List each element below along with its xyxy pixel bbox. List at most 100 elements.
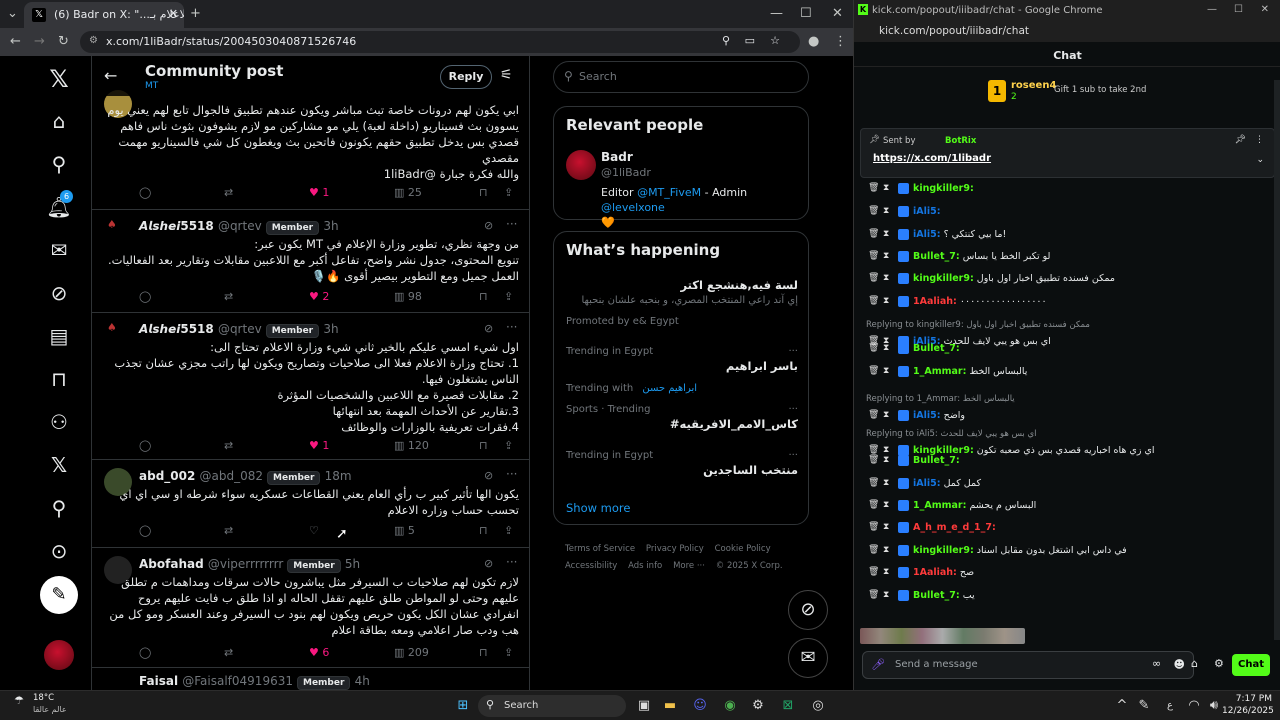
bio-link[interactable]: @levelxone xyxy=(601,201,665,214)
footer-link[interactable]: Terms of Service xyxy=(565,544,635,554)
profile-person-icon[interactable]: ⚲ xyxy=(46,495,72,521)
chat-username[interactable]: Bullet_7: xyxy=(913,455,960,466)
timeout-icon[interactable]: ⧗ xyxy=(883,410,894,421)
like-button[interactable]: ♥ 1 xyxy=(309,186,329,199)
author-line[interactable]: Abofahad @viperrrrrrrr Member 5h xyxy=(139,557,360,573)
more-options-icon[interactable]: ··· xyxy=(506,320,517,334)
unpin-icon[interactable]: 📌︎ xyxy=(1235,135,1246,145)
chat-username[interactable]: iAli5: xyxy=(913,229,941,240)
post-item[interactable]: ابي يكون لهم درونات خاصة تبث مباشر ويكون… xyxy=(92,90,529,210)
reply-icon[interactable]: ◯ xyxy=(139,186,151,199)
bookmark-icon[interactable]: ⊓ xyxy=(479,186,488,199)
chat-username[interactable]: Bullet_7: xyxy=(913,251,960,262)
timeout-icon[interactable]: ⧗ xyxy=(883,590,894,601)
more-options-icon[interactable]: ··· xyxy=(506,555,517,569)
taskbar-search[interactable]: ⚲ Search xyxy=(478,695,626,717)
mic-icon[interactable]: 🎤︎ xyxy=(871,658,885,671)
reply-context[interactable]: Replying to 1_Ammar: يالبساس الخط xyxy=(866,394,1015,404)
grok-icon[interactable]: ⊘ xyxy=(484,469,493,482)
windows-start-icon[interactable]: ⊞ xyxy=(453,696,473,716)
grok-floating-icon[interactable]: ⊘ xyxy=(788,590,828,630)
expand-chevron-icon[interactable]: ⌄ xyxy=(1256,155,1264,165)
back-icon[interactable]: ← xyxy=(10,35,21,49)
chat-username[interactable]: 1_Ammar: xyxy=(913,500,966,511)
chat-message[interactable]: 🗑︎ ⧗ kingkiller9: xyxy=(868,183,1276,203)
avatar[interactable]: ♠ xyxy=(107,321,129,343)
mod-icon[interactable]: 🗑︎ xyxy=(868,478,879,489)
timeout-icon[interactable]: ⧗ xyxy=(883,567,894,578)
bookmark-star-icon[interactable]: ☆ xyxy=(770,34,780,47)
share-icon[interactable]: ⇪ xyxy=(504,646,513,659)
site-info-icon[interactable]: ⚙ xyxy=(89,35,98,46)
tab-x-post[interactable]: 𝕏 (6) Badr on X: "...وزارة الاعلام بـ ✕ xyxy=(24,2,184,28)
like-button[interactable]: ♡ xyxy=(309,524,319,537)
search-input[interactable]: ⚲ Search xyxy=(553,61,809,93)
chat-message[interactable]: 🗑︎ ⧗ 1_Ammar: يالبساس الخط xyxy=(868,366,1276,386)
timeout-icon[interactable]: ⧗ xyxy=(883,478,894,489)
reply-icon[interactable]: ◯ xyxy=(139,439,151,452)
repost-icon[interactable]: ⇄ xyxy=(224,646,233,659)
share-icon[interactable]: ⇪ xyxy=(504,186,513,199)
app-icon[interactable]: ◎ xyxy=(808,696,828,716)
chat-username[interactable]: iAli5: xyxy=(913,478,941,489)
like-button[interactable]: ♥ 2 xyxy=(309,290,329,303)
file-explorer-icon[interactable]: ▬ xyxy=(660,696,680,716)
avatar[interactable]: ♠ xyxy=(107,218,129,240)
post-compose-button[interactable]: ✎ xyxy=(40,576,78,614)
chrome-menu-icon[interactable]: ⋮ xyxy=(834,35,847,49)
scrollbar[interactable] xyxy=(1274,80,1280,640)
mod-icon[interactable]: 🗑︎ xyxy=(868,567,879,578)
chat-username[interactable]: kingkiller9: xyxy=(913,183,974,194)
notifications-bell-icon[interactable]: 🔔︎ 6 xyxy=(46,190,73,220)
chat-message[interactable]: 🗑︎ ⧗ 1Aaliah: صح xyxy=(868,567,1276,587)
profile-icon[interactable]: ● xyxy=(808,35,819,49)
chat-message[interactable]: 🗑︎ ⧗ 1_Ammar: البساس م يحشم xyxy=(868,500,1276,520)
zoom-icon[interactable]: ⚲ xyxy=(722,34,730,47)
trend-item[interactable]: Sports · Trending ··· #كاس_الامم_الافريق… xyxy=(566,404,798,431)
discord-icon[interactable]: ☺ xyxy=(690,696,710,716)
chat-message[interactable]: 🗑︎ ⧗ A_h_m_e_d_1_7: xyxy=(868,522,1276,542)
repost-icon[interactable]: ⇄ xyxy=(224,186,233,199)
clock-date[interactable]: 12/26/2025 xyxy=(1222,706,1274,716)
person-handle[interactable]: @1liBadr xyxy=(601,166,651,179)
bot-name[interactable]: BotRix xyxy=(945,136,976,146)
bio-link[interactable]: @MT_FiveM xyxy=(637,186,701,199)
footer-link[interactable]: Accessibility xyxy=(565,561,617,571)
mod-icon[interactable]: 🗑︎ xyxy=(868,500,879,511)
minimize-icon[interactable]: — xyxy=(770,7,783,21)
views-button[interactable]: ▥ 209 xyxy=(394,646,429,659)
like-button[interactable]: ♥ 6 xyxy=(309,646,329,659)
chat-message[interactable]: 🗑︎ ⧗ iAli5: xyxy=(868,206,1276,226)
reply-context[interactable]: Replying to kingkiller9: ممكن فسنده تطبي… xyxy=(866,320,1090,330)
more-options-icon[interactable]: ··· xyxy=(506,467,517,481)
reply-icon[interactable]: ◯ xyxy=(139,524,151,537)
more-circle-icon[interactable]: ⊙ xyxy=(46,538,72,564)
timeout-icon[interactable]: ⧗ xyxy=(883,455,894,466)
chat-message[interactable]: 🗑︎ ⧗ Bullet_7: xyxy=(868,343,1276,363)
pen-icon[interactable]: ✎ xyxy=(1134,696,1154,716)
repost-icon[interactable]: ⇄ xyxy=(224,290,233,303)
tab-search-icon[interactable]: ⌄ xyxy=(7,7,18,21)
views-button[interactable]: ▥ 120 xyxy=(394,439,429,452)
timeout-icon[interactable]: ⧗ xyxy=(883,251,894,262)
bookmarks-icon[interactable]: ⊓ xyxy=(46,366,72,392)
more-options-icon[interactable]: ··· xyxy=(788,404,798,415)
chat-message[interactable]: 🗑︎ ⧗ iAli5: واضح xyxy=(868,410,1276,430)
chat-username[interactable]: iAli5: xyxy=(913,206,941,217)
volume-icon[interactable]: 🔊︎ xyxy=(1204,696,1224,716)
trend-item[interactable]: Trending with ابراهيم حسن xyxy=(566,376,798,395)
chrome-icon[interactable]: ◉ xyxy=(720,696,740,716)
mod-icon[interactable]: 🗑︎ xyxy=(868,206,879,217)
mod-icon[interactable]: 🗑︎ xyxy=(868,410,879,421)
timeout-icon[interactable]: ⧗ xyxy=(883,500,894,511)
chat-message[interactable]: 🗑︎ ⧗ iAli5: ما بيي كنتكي ؟! xyxy=(868,229,1276,249)
chat-message[interactable]: 🗑︎ ⧗ Bullet_7: لو تكبر الخط يا بساس xyxy=(868,251,1276,271)
author-line[interactable]: Faisal @Faisalf04919631 Member 4h xyxy=(139,674,370,690)
chat-message[interactable]: 🗑︎ ⧗ kingkiller9: في داس ابي اشتغل بدون مق… xyxy=(868,545,1276,565)
kick-url-bar[interactable]: kick.com/popout/iiibadr/chat xyxy=(854,22,1280,42)
close-window-icon[interactable]: ✕ xyxy=(832,7,843,21)
chat-message[interactable]: 🗑︎ ⧗ iAli5: كمل كمل xyxy=(868,478,1276,498)
chat-message[interactable]: 🗑︎ ⧗ Bullet_7: يب xyxy=(868,590,1276,610)
footer-link[interactable]: Ads info xyxy=(628,561,662,571)
mod-icon[interactable]: 🗑︎ xyxy=(868,273,879,284)
